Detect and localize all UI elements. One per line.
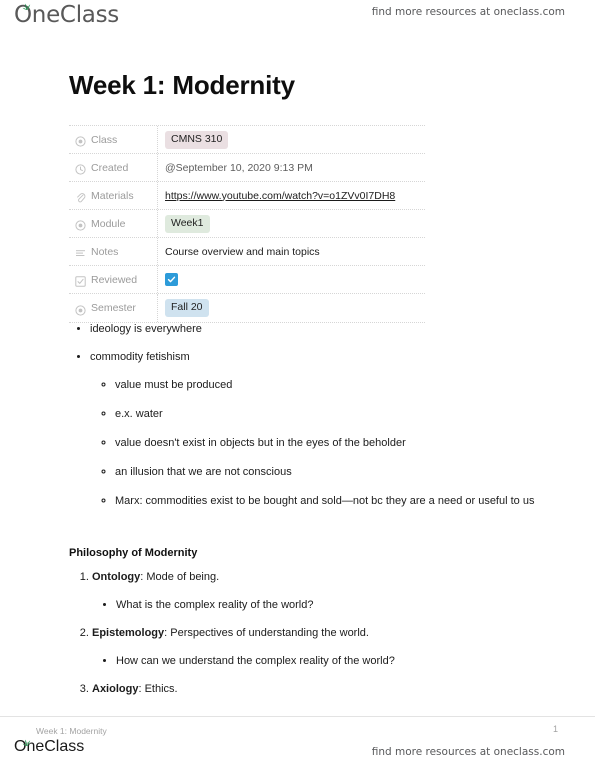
logo-o-wrapper: OneClass (14, 2, 119, 28)
list-item: What is the complex reality of the world… (116, 598, 539, 613)
nested-bullet-list: value must be produced e.x. water value … (90, 378, 539, 509)
property-row-reviewed: Reviewed (69, 266, 425, 294)
circle-dot-icon (75, 303, 86, 316)
property-row-created: Created @September 10, 2020 9:13 PM (69, 154, 425, 182)
text-lines-icon (75, 246, 86, 257)
leaf-sprout-icon (22, 3, 31, 10)
bullet-text: ideology is everywhere (90, 323, 202, 335)
materials-link[interactable]: https://www.youtube.com/watch?v=o1ZVv0I7… (165, 190, 395, 202)
property-value-created: @September 10, 2020 9:13 PM (158, 155, 425, 181)
semester-tag[interactable]: Fall 20 (165, 299, 209, 317)
term-label: Epistemology (92, 627, 165, 639)
property-row-notes: Notes Course overview and main topics (69, 238, 425, 266)
property-row-module: Module Week1 (69, 210, 425, 238)
philosophy-numbered-list: Ontology: Mode of being. What is the com… (69, 570, 539, 697)
page-header: OneClass find more resources at oneclass… (0, 0, 595, 40)
notes-text[interactable]: Course overview and main topics (165, 246, 320, 258)
property-value-semester: Fall 20 (158, 295, 425, 321)
list-item: ideology is everywhere (90, 322, 539, 337)
list-item: e.x. water (115, 407, 539, 422)
term-label: Axiology (92, 683, 139, 695)
property-key-semester: Semester (69, 294, 158, 322)
leaf-sprout-icon (22, 739, 31, 746)
property-label-notes: Notes (91, 245, 119, 258)
footer-logo-wrapper: OneClass (14, 738, 84, 756)
property-row-materials: Materials https://www.youtube.com/watch?… (69, 182, 425, 210)
term-description: : Ethics. (138, 683, 178, 695)
term-description: : Perspectives of understanding the worl… (164, 627, 369, 639)
list-item: commodity fetishism value must be produc… (90, 350, 539, 509)
bullet-text: value doesn't exist in objects but in th… (115, 437, 406, 449)
property-key-module: Module (69, 210, 158, 237)
property-row-class: Class CMNS 310 (69, 126, 425, 154)
check-mark-icon (167, 276, 176, 283)
term-label: Ontology (92, 571, 141, 583)
property-value-notes: Course overview and main topics (158, 239, 425, 265)
section-heading: Philosophy of Modernity (69, 547, 198, 559)
list-item: Epistemology: Perspectives of understand… (92, 626, 539, 669)
footer-document-title: Week 1: Modernity (36, 726, 107, 736)
header-tagline: find more resources at oneclass.com (371, 6, 565, 18)
reviewed-checkbox[interactable] (165, 273, 178, 286)
paperclip-icon (75, 190, 86, 203)
bullet-text: Marx: commodities exist to be bought and… (115, 495, 535, 507)
property-label-reviewed: Reviewed (91, 273, 138, 286)
property-key-notes: Notes (69, 238, 158, 265)
nested-bullet-list: How can we understand the complex realit… (92, 654, 539, 669)
module-tag[interactable]: Week1 (165, 214, 210, 233)
footer-page-number: 1 (553, 724, 559, 734)
oneclass-logo: OneClass (14, 2, 119, 28)
property-value-class: CMNS 310 (158, 127, 425, 153)
bullet-text: an illusion that we are not conscious (115, 466, 292, 478)
list-item: Axiology: Ethics. (92, 682, 539, 697)
bullet-text: value must be produced (115, 379, 233, 391)
list-item: How can we understand the complex realit… (116, 654, 539, 669)
footer-divider (0, 716, 595, 717)
property-value-reviewed (158, 267, 425, 293)
property-key-materials: Materials (69, 182, 158, 209)
top-bullet-list: ideology is everywhere commodity fetishi… (69, 322, 539, 509)
bullet-text: What is the complex reality of the world… (116, 599, 314, 611)
footer-oneclass-logo: OneClass (14, 738, 84, 756)
property-key-class: Class (69, 126, 158, 153)
class-tag[interactable]: CMNS 310 (165, 130, 229, 149)
bullet-text: e.x. water (115, 408, 163, 420)
footer-tagline: find more resources at oneclass.com (371, 746, 565, 758)
checkbox-icon (75, 274, 86, 287)
list-item: value must be produced (115, 378, 539, 393)
property-label-class: Class (91, 133, 118, 146)
properties-table: Class CMNS 310 Created @September 10, 20… (69, 125, 425, 323)
term-description: : Mode of being. (140, 571, 220, 583)
bullet-text: How can we understand the complex realit… (116, 655, 395, 667)
circle-dot-icon (75, 134, 86, 147)
property-label-materials: Materials (91, 189, 134, 202)
created-date-text[interactable]: @September 10, 2020 9:13 PM (165, 162, 313, 174)
note-body: ideology is everywhere commodity fetishi… (69, 322, 539, 697)
list-item: Ontology: Mode of being. What is the com… (92, 570, 539, 613)
list-item: an illusion that we are not conscious (115, 465, 539, 480)
property-label-module: Module (91, 217, 126, 230)
nested-bullet-list: What is the complex reality of the world… (92, 598, 539, 613)
list-item: value doesn't exist in objects but in th… (115, 436, 539, 451)
property-label-semester: Semester (91, 302, 136, 314)
property-value-module: Week1 (158, 211, 425, 237)
clock-icon (75, 162, 86, 175)
list-item: Marx: commodities exist to be bought and… (115, 494, 539, 509)
bullet-text: commodity fetishism (90, 351, 190, 363)
property-key-created: Created (69, 154, 158, 181)
property-row-semester: Semester Fall 20 (69, 294, 425, 323)
property-key-reviewed: Reviewed (69, 266, 158, 293)
property-label-created: Created (91, 161, 129, 174)
property-value-materials: https://www.youtube.com/watch?v=o1ZVv0I7… (158, 183, 425, 209)
page-title: Week 1: Modernity (69, 70, 295, 100)
circle-dot-icon (75, 218, 86, 231)
